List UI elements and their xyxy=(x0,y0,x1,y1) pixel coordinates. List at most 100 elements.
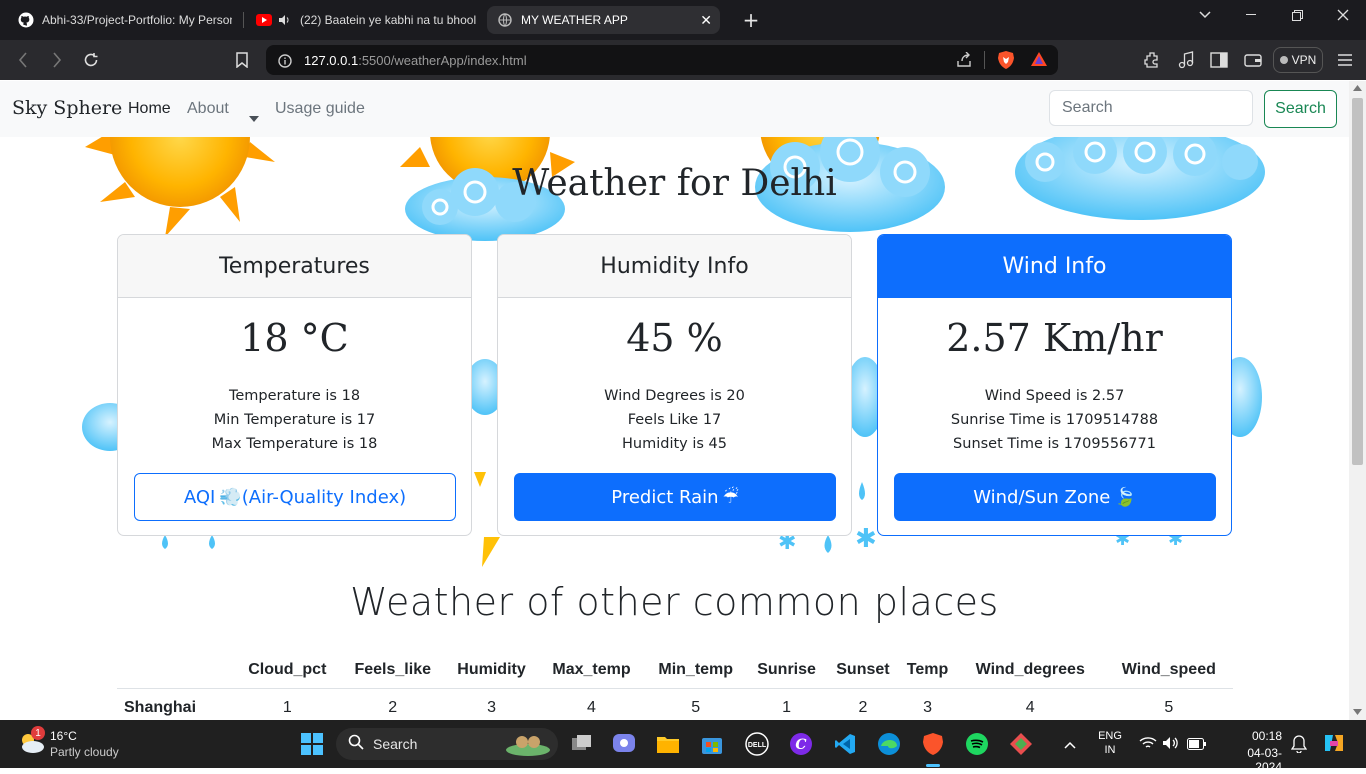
wifi-icon[interactable] xyxy=(1139,736,1157,755)
edge-icon[interactable] xyxy=(877,732,901,756)
table-header: Temp xyxy=(899,651,956,689)
file-explorer-icon[interactable] xyxy=(656,732,680,756)
tab-github[interactable]: Abhi-33/Project-Portfolio: My Person xyxy=(10,6,244,34)
vpn-label: VPN xyxy=(1291,53,1317,67)
show-hidden-icons-chevron-icon[interactable] xyxy=(1064,736,1076,754)
spotify-icon[interactable] xyxy=(965,732,989,756)
about-dropdown-caret-icon[interactable] xyxy=(249,107,259,126)
raindrop-icon xyxy=(209,535,215,549)
battery-icon[interactable] xyxy=(1187,737,1207,755)
close-window-icon[interactable] xyxy=(1320,0,1366,30)
new-tab-icon[interactable]: + xyxy=(728,5,774,35)
notification-count-badge: 1 xyxy=(31,726,45,740)
task-view-icon[interactable] xyxy=(570,732,594,756)
url-divider xyxy=(984,51,985,69)
aqi-button-label: AQI xyxy=(183,486,216,508)
table-header: Sunrise xyxy=(746,651,827,689)
temperature-line: Temperature is 18 xyxy=(228,388,361,404)
dell-icon[interactable]: DELL xyxy=(745,732,769,756)
svg-text:C: C xyxy=(795,737,806,753)
url-bar[interactable]: 127.0.0.1:5500/weatherApp/index.html xyxy=(266,45,1058,75)
windows-start-icon[interactable] xyxy=(300,732,324,756)
brave-taskbar-icon[interactable] xyxy=(921,732,945,756)
minimize-icon[interactable] xyxy=(1228,0,1274,30)
browser-address-bar: 127.0.0.1:5500/weatherApp/index.html VPN xyxy=(0,40,1366,80)
clock[interactable]: 00:18 04-03-2024 xyxy=(1222,729,1282,774)
language-indicator[interactable]: ENG IN xyxy=(1098,730,1122,756)
page-content: ✱ ✱ ✱ ✱ Weather for Delhi Temperatures 1… xyxy=(0,137,1349,720)
nav-usage-guide[interactable]: Usage guide xyxy=(275,100,365,118)
search-input[interactable] xyxy=(1049,90,1253,126)
reload-icon[interactable] xyxy=(81,50,101,70)
sidebar-icon[interactable] xyxy=(1209,50,1229,70)
tab-youtube[interactable]: (22) Baatein ye kabhi na tu bhool xyxy=(250,6,482,34)
close-tab-icon[interactable]: ✕ xyxy=(700,12,712,29)
page-scrollbar[interactable] xyxy=(1349,81,1366,720)
teams-chat-icon[interactable] xyxy=(612,732,636,756)
microsoft-store-icon[interactable] xyxy=(700,732,724,756)
tab-label: MY WEATHER APP xyxy=(521,13,628,27)
nav-about[interactable]: About xyxy=(187,100,229,118)
sunrise-time-line: Sunrise Time is 1709514788 xyxy=(950,412,1159,428)
back-icon[interactable] xyxy=(13,50,33,70)
feels-like-line: Feels Like 17 xyxy=(627,412,722,428)
volume-icon[interactable] xyxy=(1162,736,1180,755)
tab-weather-app[interactable]: MY WEATHER APP ✕ xyxy=(487,6,720,34)
scrollbar-thumb[interactable] xyxy=(1352,98,1363,465)
wind-details: Wind Speed is 2.57 Sunrise Time is 17095… xyxy=(878,384,1231,456)
tab-search-chevron-icon[interactable] xyxy=(1182,0,1228,30)
humidity-details: Wind Degrees is 20 Feels Like 17 Humidit… xyxy=(498,384,851,456)
wind-sun-zone-button[interactable]: Wind/Sun Zone 🍃 xyxy=(894,473,1216,521)
table-cell: 5 xyxy=(691,699,701,716)
table-cell: 4 xyxy=(1025,699,1035,716)
brave-rewards-icon[interactable] xyxy=(1030,51,1048,71)
svg-text:DELL: DELL xyxy=(748,742,767,749)
city-weather-title: Weather for Delhi xyxy=(512,163,837,204)
scroll-down-arrow-icon[interactable] xyxy=(1353,709,1362,715)
forward-icon[interactable] xyxy=(47,50,67,70)
share-icon[interactable] xyxy=(956,51,972,72)
raindrop-icon xyxy=(824,535,832,553)
weather-widget-desc[interactable]: Partly cloudy xyxy=(50,745,119,759)
table-cell: 3 xyxy=(923,699,932,716)
vscode-icon[interactable] xyxy=(833,732,857,756)
humidity-card: Humidity Info 45 % Wind Degrees is 20 Fe… xyxy=(497,234,852,536)
wind-card: Wind Info 2.57 Km/hr Wind Speed is 2.57 … xyxy=(877,234,1232,536)
media-icon[interactable] xyxy=(1176,50,1196,70)
github-icon xyxy=(18,12,34,28)
taskbar-search-box[interactable]: Search xyxy=(336,728,558,760)
snowflake-icon: ✱ xyxy=(855,524,877,554)
predict-rain-button[interactable]: Predict Rain ☔ xyxy=(514,473,836,521)
notification-bell-icon[interactable] xyxy=(1290,735,1308,758)
menu-icon[interactable] xyxy=(1335,50,1355,70)
restore-icon[interactable] xyxy=(1274,0,1320,30)
scroll-up-arrow-icon[interactable] xyxy=(1353,85,1362,91)
weather-widget-temp[interactable]: 16°C xyxy=(50,729,77,743)
bookmark-icon[interactable] xyxy=(232,50,252,70)
raindrop-icon xyxy=(859,482,865,500)
vpn-button[interactable]: VPN xyxy=(1273,47,1323,73)
search-button[interactable]: Search xyxy=(1264,90,1337,128)
copilot-icon[interactable] xyxy=(1322,731,1346,760)
vpn-status-icon xyxy=(1279,56,1288,64)
wallet-icon[interactable] xyxy=(1243,50,1263,70)
brave-shields-icon[interactable] xyxy=(997,50,1015,74)
taskbar-search-label: Search xyxy=(373,736,418,752)
temperature-card: Temperatures 18 °C Temperature is 18 Min… xyxy=(117,234,472,536)
table-header: Sunset xyxy=(826,651,900,689)
globe-icon xyxy=(497,12,513,28)
table-row: Shanghai 1 2 3 4 5 1 2 3 4 5 xyxy=(117,689,1233,721)
leaf-wind-icon: 🍃 xyxy=(1114,486,1137,508)
language-label: ENG xyxy=(1098,730,1122,742)
table-cell-city: Shanghai xyxy=(124,699,197,716)
search-highlight-icon xyxy=(504,730,552,763)
active-app-indicator xyxy=(926,764,940,767)
extensions-icon[interactable] xyxy=(1142,50,1162,70)
canva-icon[interactable]: C xyxy=(789,732,813,756)
browser-tab-bar: Abhi-33/Project-Portfolio: My Person (22… xyxy=(0,0,1366,40)
nav-home[interactable]: Home xyxy=(128,100,171,118)
site-info-icon[interactable] xyxy=(278,53,292,72)
brand-logo-text[interactable]: Sky Sphere xyxy=(12,97,122,119)
app-icon[interactable] xyxy=(1009,732,1033,756)
aqi-button[interactable]: AQI 💨 (Air-Quality Index) xyxy=(134,473,456,521)
